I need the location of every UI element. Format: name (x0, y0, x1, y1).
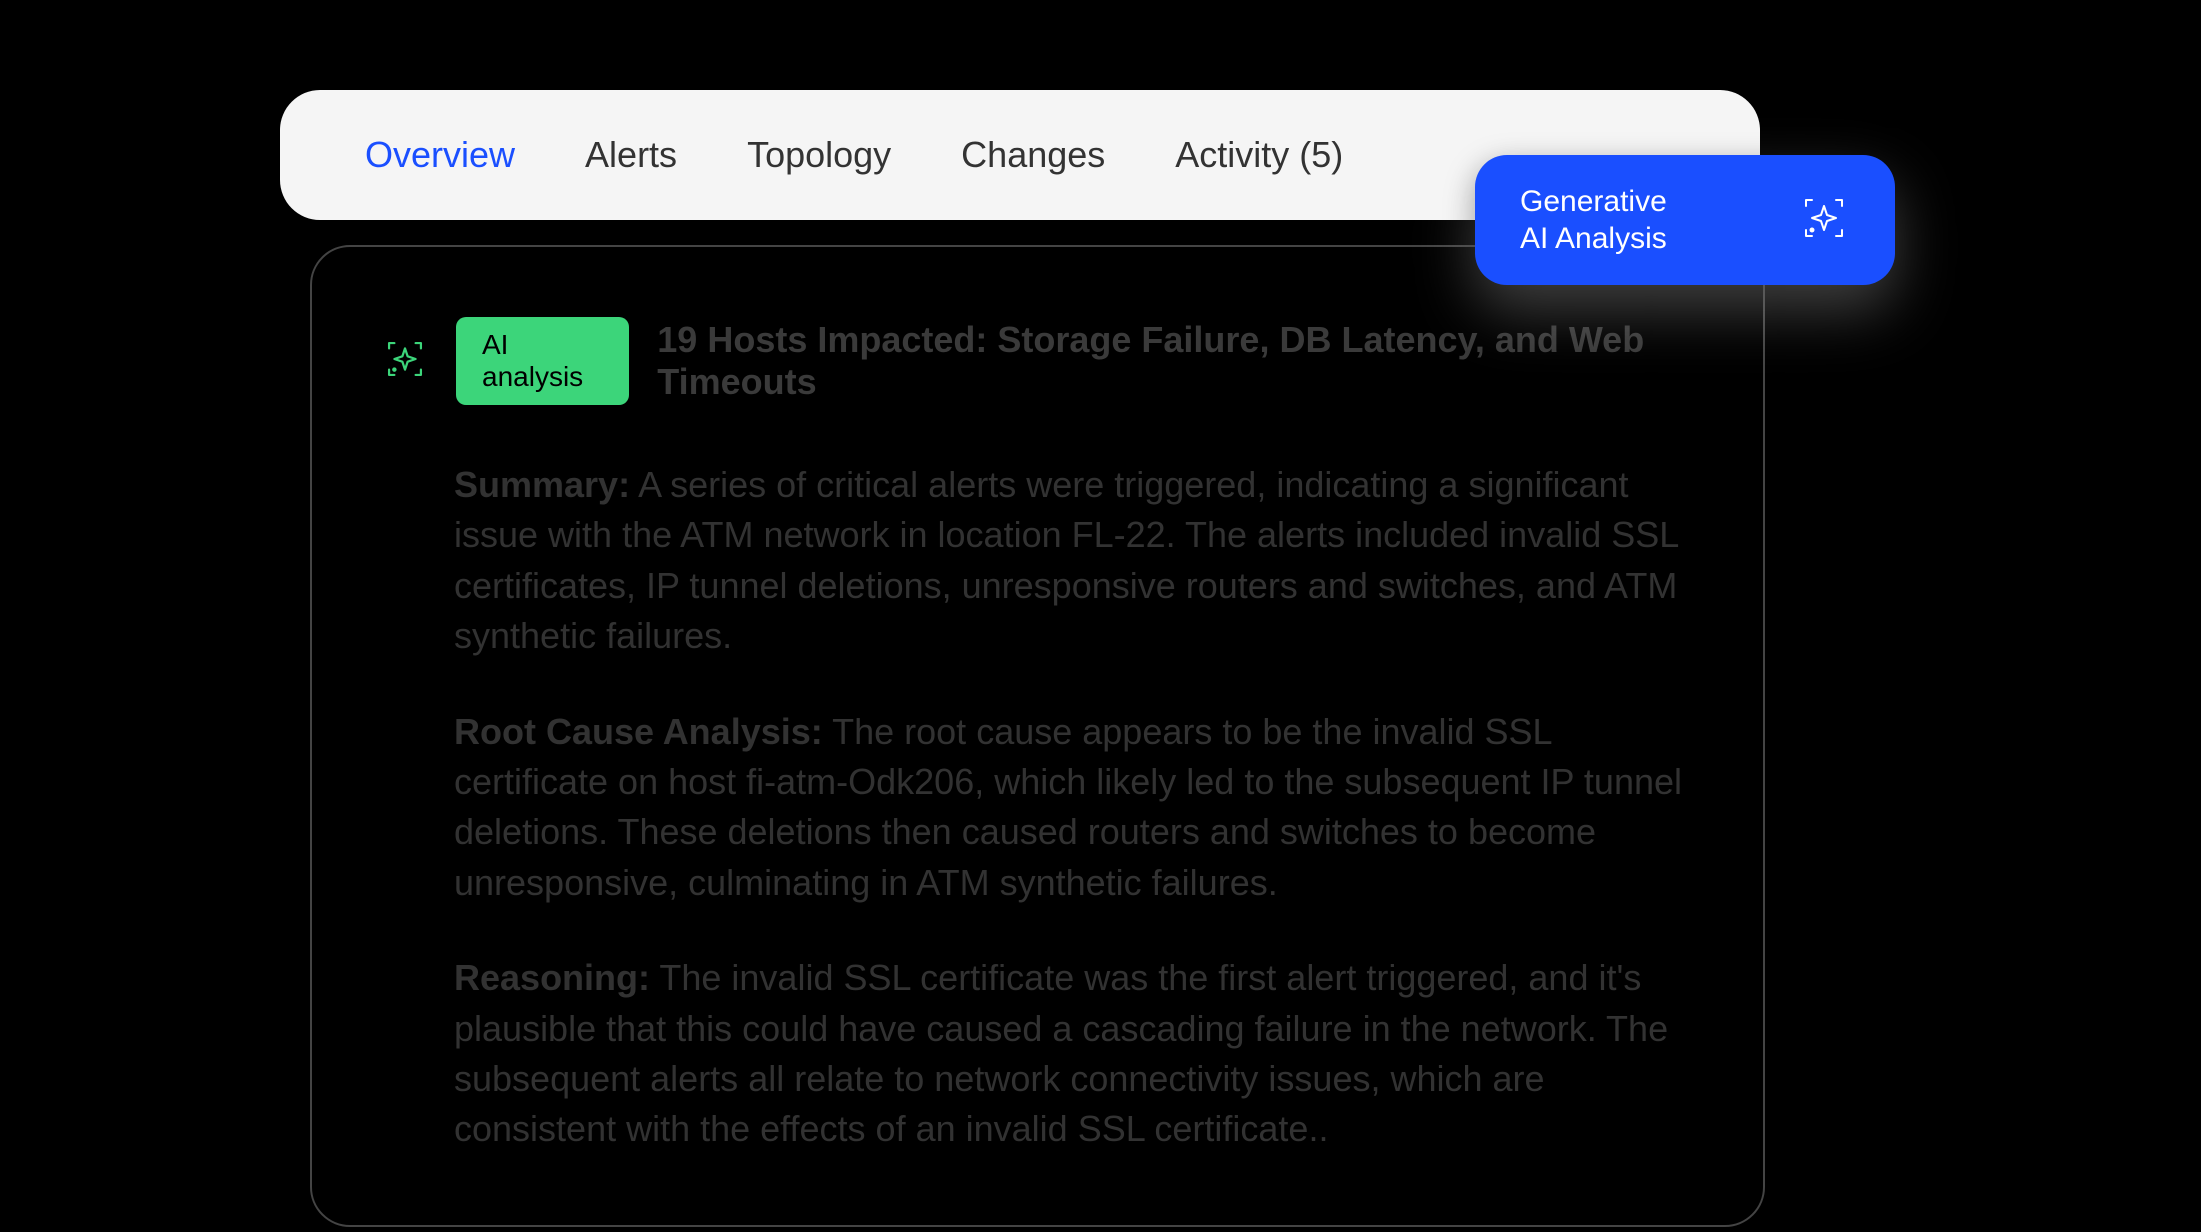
gen-ai-line1: Generative (1520, 183, 1667, 221)
panel-header: AI analysis 19 Hosts Impacted: Storage F… (382, 317, 1693, 405)
tab-overview[interactable]: Overview (365, 134, 515, 176)
panel-body: Summary: A series of critical alerts wer… (382, 460, 1693, 1155)
sparkle-icon (382, 336, 428, 387)
gen-ai-button-label: Generative AI Analysis (1520, 183, 1667, 258)
sparkle-icon (1798, 192, 1850, 249)
tab-alerts[interactable]: Alerts (585, 134, 677, 176)
generative-ai-analysis-button[interactable]: Generative AI Analysis (1475, 155, 1895, 285)
reasoning-paragraph: Reasoning: The invalid SSL certificate w… (454, 953, 1693, 1155)
tab-changes[interactable]: Changes (961, 134, 1105, 176)
rca-paragraph: Root Cause Analysis: The root cause appe… (454, 707, 1693, 909)
summary-label: Summary: (454, 464, 630, 505)
panel-title: 19 Hosts Impacted: Storage Failure, DB L… (657, 319, 1693, 403)
ai-analysis-badge: AI analysis (456, 317, 629, 405)
gen-ai-line2: AI Analysis (1520, 220, 1667, 258)
rca-label: Root Cause Analysis: (454, 711, 823, 752)
summary-paragraph: Summary: A series of critical alerts wer… (454, 460, 1693, 662)
reasoning-label: Reasoning: (454, 957, 650, 998)
ai-analysis-panel: AI analysis 19 Hosts Impacted: Storage F… (310, 245, 1765, 1227)
tab-topology[interactable]: Topology (747, 134, 891, 176)
summary-text: A series of critical alerts were trigger… (454, 464, 1678, 656)
tab-activity[interactable]: Activity (5) (1175, 134, 1343, 176)
